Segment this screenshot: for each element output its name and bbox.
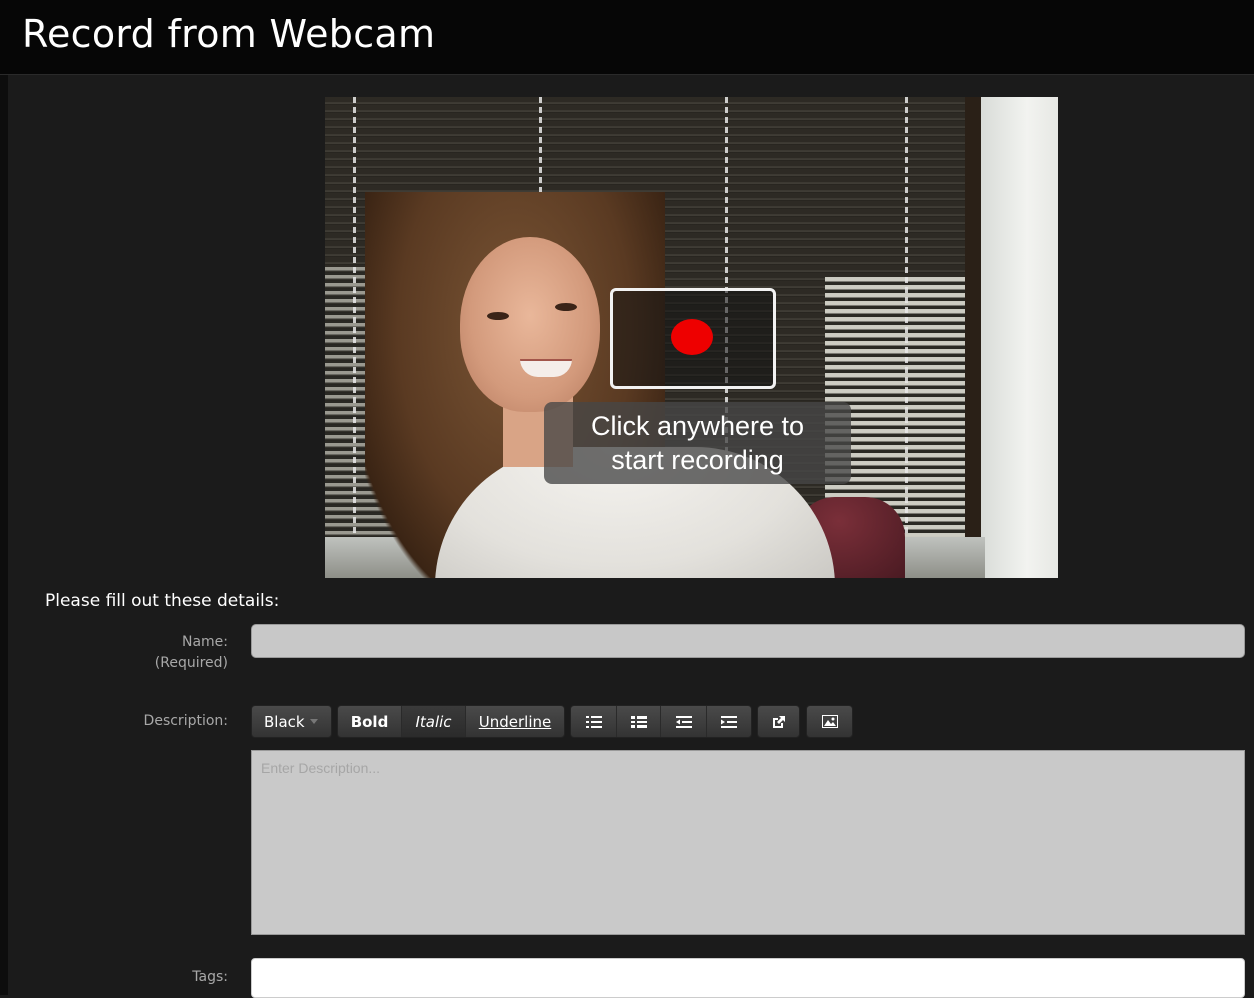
record-caption[interactable]: Click anywhere to start recording [544, 402, 851, 484]
name-required-note: (Required) [154, 655, 228, 671]
person-face [460, 237, 600, 412]
page-title: Record from Webcam [22, 12, 436, 56]
bold-button[interactable]: Bold [338, 706, 402, 737]
record-dot-icon [671, 319, 713, 355]
webcam-preview[interactable]: Click anywhere to start recording [325, 97, 1058, 578]
list-indent-group [570, 705, 752, 738]
name-input[interactable] [251, 624, 1245, 658]
left-rail [0, 75, 8, 995]
record-caption-line2: start recording [611, 445, 784, 475]
description-placeholder: Enter Description... [261, 760, 381, 776]
underline-button[interactable]: Underline [466, 706, 564, 737]
chevron-down-icon [309, 719, 318, 724]
outdent-button[interactable] [661, 706, 707, 737]
tags-input[interactable] [251, 958, 1245, 998]
insert-image-button[interactable] [806, 705, 853, 738]
insert-link-button[interactable] [757, 705, 800, 738]
indent-button[interactable] [707, 706, 751, 737]
numbered-list-icon [630, 715, 647, 728]
description-textarea[interactable]: Enter Description... [251, 750, 1245, 935]
name-label: Name: (Required) [28, 632, 228, 674]
font-color-label: Black [264, 712, 305, 731]
record-button[interactable] [610, 288, 776, 389]
indent-icon [721, 715, 737, 728]
font-color-dropdown[interactable]: Black [251, 705, 332, 738]
italic-button[interactable]: Italic [402, 706, 466, 737]
tags-label: Tags: [192, 969, 228, 985]
outdent-icon [675, 715, 692, 728]
page-header: Record from Webcam [0, 0, 1254, 75]
details-heading: Please fill out these details: [45, 591, 280, 611]
bulleted-list-icon [585, 715, 602, 728]
insert-image-icon [821, 715, 838, 728]
text-style-group: Bold Italic Underline [337, 705, 565, 738]
description-label: Description: [143, 713, 228, 729]
numbered-list-button[interactable] [617, 706, 661, 737]
insert-link-icon [772, 715, 785, 728]
record-caption-line1: Click anywhere to [590, 411, 805, 441]
bulleted-list-button[interactable] [571, 706, 617, 737]
